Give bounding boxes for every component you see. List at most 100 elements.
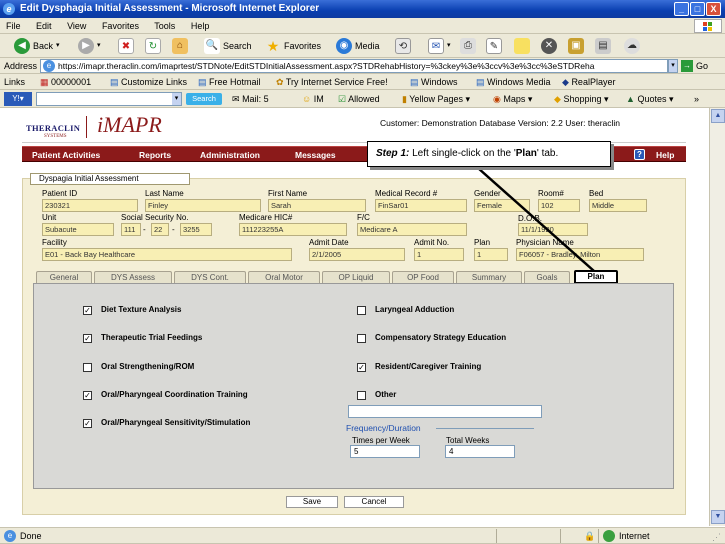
mail-link[interactable]: ✉ Mail: 5 [232, 92, 269, 106]
other-checkbox[interactable] [357, 391, 366, 400]
address-dropdown-icon[interactable]: ▾ [668, 59, 678, 73]
media-button[interactable]: ◉Media [336, 37, 380, 55]
cancel-button[interactable]: Cancel [344, 496, 404, 508]
link-windows-media[interactable]: ▤ Windows Media [476, 75, 551, 89]
nav-reports[interactable]: Reports [139, 147, 171, 163]
patient-id-field[interactable]: 230321 [42, 199, 138, 212]
shopping-link[interactable]: ◆ Shopping ▾ [554, 92, 609, 106]
scroll-up-icon[interactable]: ▲ [711, 109, 725, 123]
link-windows[interactable]: ▤ Windows [410, 75, 458, 89]
room-field[interactable]: 102 [538, 199, 580, 212]
nav-help[interactable]: Help [656, 147, 674, 163]
diet-texture-checkbox[interactable]: ✓ [83, 306, 92, 315]
maps-link[interactable]: ◉ Maps ▾ [493, 92, 532, 106]
therapeutic-trial-checkbox[interactable]: ✓ [83, 334, 92, 343]
tab-dys-assess[interactable]: DYS Assess [94, 271, 172, 283]
scroll-down-icon[interactable]: ▼ [711, 510, 725, 524]
compensatory-strategy-checkbox[interactable] [357, 334, 366, 343]
link-internet-service[interactable]: ✿ Try Internet Service Free! [276, 75, 388, 89]
physician-field[interactable]: F06057 - Bradley, Milton [516, 248, 644, 261]
tab-op-food[interactable]: OP Food [392, 271, 454, 283]
print-button[interactable]: ⎙ [460, 37, 476, 55]
menu-view[interactable]: View [67, 21, 86, 31]
last-name-field[interactable]: Finley [145, 199, 261, 212]
messenger-button[interactable]: ☁ [624, 37, 640, 55]
menu-favorites[interactable]: Favorites [102, 21, 139, 31]
discuss-button[interactable] [514, 37, 530, 55]
laryngeal-adduction-checkbox[interactable] [357, 306, 366, 315]
ssn-part1-field[interactable]: 111 [121, 223, 141, 236]
ssn-part3-field[interactable]: 3255 [180, 223, 212, 236]
tab-dys-cont[interactable]: DYS Cont. [174, 271, 246, 283]
history-button[interactable]: ⟲ [395, 37, 411, 55]
tab-goals[interactable]: Goals [524, 271, 570, 283]
op-coordination-checkbox[interactable]: ✓ [83, 391, 92, 400]
resize-grip-icon[interactable]: ⋰ [712, 530, 721, 544]
edit-button[interactable]: ✎ [486, 37, 502, 55]
total-weeks-input[interactable]: 4 [445, 445, 515, 458]
close-tool-button[interactable]: ✕ [541, 37, 557, 55]
help-question-icon[interactable]: ? [634, 149, 645, 160]
mrn-field[interactable]: FinSar01 [375, 199, 467, 212]
facility-field[interactable]: E01 - Back Bay Healthcare [42, 248, 292, 261]
quotes-link[interactable]: ▲ Quotes ▾ [626, 92, 674, 106]
tab-op-liquid[interactable]: OP Liquid [322, 271, 390, 283]
oral-strengthening-checkbox[interactable] [83, 363, 92, 372]
admit-no-field[interactable]: 1 [414, 248, 464, 261]
plan-field[interactable]: 1 [474, 248, 508, 261]
fc-field[interactable]: Medicare A [357, 223, 467, 236]
ssn-part2-field[interactable]: 22 [151, 223, 169, 236]
times-per-week-input[interactable]: 5 [350, 445, 420, 458]
refresh-button[interactable]: ↻ [145, 37, 161, 55]
maximize-button[interactable]: □ [690, 2, 705, 16]
menu-edit[interactable]: Edit [36, 21, 52, 31]
yahoo-menu-icon[interactable]: Y!▾ [4, 92, 32, 106]
link-realplayer[interactable]: ◆ RealPlayer [562, 75, 615, 89]
popup-allowed[interactable]: ☑ Allowed [338, 92, 380, 106]
tab-oral-motor[interactable]: Oral Motor [248, 271, 320, 283]
op-sensitivity-checkbox[interactable]: ✓ [83, 419, 92, 428]
search-dropdown-icon[interactable]: ▾ [172, 93, 181, 105]
address-input[interactable]: e https://imapr.theraclin.com/imaprtest/… [40, 59, 668, 73]
search-go-button[interactable]: Search [186, 93, 222, 105]
home-button[interactable]: ⌂ [172, 37, 188, 55]
vertical-scrollbar[interactable]: ▲ ▼ [709, 108, 725, 526]
nav-patient-activities[interactable]: Patient Activities [32, 147, 100, 163]
unit-field[interactable]: Subacute [42, 223, 114, 236]
yellow-pages-link[interactable]: ▮ Yellow Pages ▾ [402, 92, 470, 106]
im-link[interactable]: ☺ IM [302, 92, 324, 106]
link-00000001[interactable]: ▦ 00000001 [40, 75, 91, 89]
tool-button-b[interactable]: ▤ [595, 37, 611, 55]
admit-date-field[interactable]: 2/1/2005 [309, 248, 405, 261]
medicare-field[interactable]: 111223255A [239, 223, 347, 236]
first-name-field[interactable]: Sarah [268, 199, 366, 212]
menu-file[interactable]: File [6, 21, 21, 31]
menu-help[interactable]: Help [191, 21, 210, 31]
menu-tools[interactable]: Tools [154, 21, 175, 31]
forward-button[interactable]: ▶▾ [78, 37, 101, 55]
mail-button[interactable]: ✉▾ [428, 37, 451, 55]
stop-button[interactable]: ✖ [118, 37, 134, 55]
favorites-button[interactable]: ★Favorites [265, 37, 321, 55]
back-button[interactable]: ◀Back▾ [14, 37, 60, 55]
save-button[interactable]: Save [286, 496, 338, 508]
nav-messages[interactable]: Messages [295, 147, 336, 163]
link-hotmail[interactable]: ▤ Free Hotmail [198, 75, 261, 89]
bed-field[interactable]: Middle [589, 199, 647, 212]
tab-summary[interactable]: Summary [456, 271, 522, 283]
close-button[interactable]: X [706, 2, 721, 16]
tab-plan[interactable]: Plan [574, 270, 618, 284]
toolbar-more-icon[interactable]: » [694, 92, 699, 106]
search-input[interactable] [36, 92, 182, 106]
link-customize[interactable]: ▤ Customize Links [110, 75, 187, 89]
search-button[interactable]: 🔍Search [204, 37, 252, 55]
go-button[interactable]: Go [696, 59, 708, 73]
nav-administration[interactable]: Administration [200, 147, 260, 163]
minimize-button[interactable]: _ [674, 2, 689, 16]
caregiver-training-checkbox[interactable]: ✓ [357, 363, 366, 372]
dob-field[interactable]: 11/1/1920 [518, 223, 588, 236]
other-text-input[interactable] [348, 405, 542, 418]
tool-button-a[interactable]: ▣ [568, 37, 584, 55]
tab-general[interactable]: General [36, 271, 92, 283]
gender-field[interactable]: Female [474, 199, 530, 212]
